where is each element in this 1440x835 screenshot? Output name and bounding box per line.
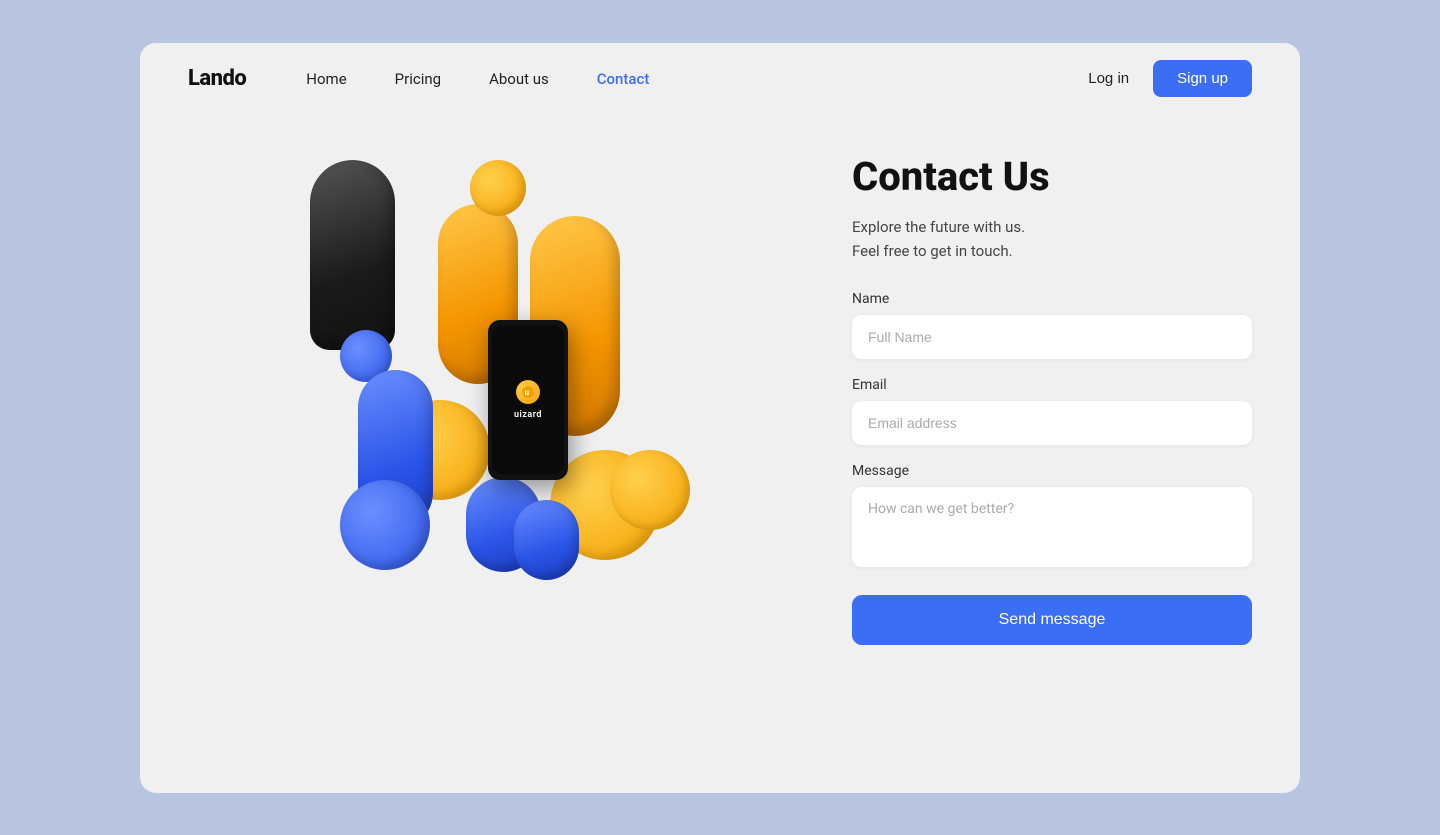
login-button[interactable]: Log in — [1088, 70, 1129, 87]
main-card: Lando Home Pricing About us Contact Log … — [140, 43, 1300, 793]
nav-link-about[interactable]: About us — [489, 70, 549, 88]
phone-logo-icon: u — [516, 380, 540, 404]
contact-form-section: Contact Us Explore the future with us. F… — [852, 135, 1252, 645]
svg-text:u: u — [525, 388, 530, 397]
blue-blob-bottom-small — [514, 500, 579, 580]
contact-subtitle: Explore the future with us. Feel free to… — [852, 215, 1252, 263]
name-field-group: Name — [852, 291, 1252, 359]
phone: u uizard — [488, 320, 568, 480]
navbar: Lando Home Pricing About us Contact Log … — [140, 43, 1300, 115]
black-arch-blob — [310, 160, 395, 350]
message-label: Message — [852, 463, 1252, 479]
email-input[interactable] — [852, 401, 1252, 445]
contact-title: Contact Us — [852, 155, 1252, 199]
message-field-group: Message — [852, 463, 1252, 571]
signup-button[interactable]: Sign up — [1153, 60, 1252, 97]
phone-screen: u uizard — [492, 326, 564, 474]
nav-link-pricing[interactable]: Pricing — [395, 70, 441, 88]
logo: Lando — [188, 66, 246, 91]
orange-blob-top — [470, 160, 526, 216]
phone-brand-text: uizard — [514, 410, 542, 420]
main-content: u uizard Contact Us Explore the future w… — [140, 115, 1300, 705]
email-label: Email — [852, 377, 1252, 393]
illustration: u uizard — [310, 160, 690, 620]
email-field-group: Email — [852, 377, 1252, 445]
name-input[interactable] — [852, 315, 1252, 359]
illustration-wrapper: u uizard — [188, 140, 812, 640]
nav-links: Home Pricing About us Contact — [306, 70, 1088, 88]
send-message-button[interactable]: Send message — [852, 595, 1252, 645]
blue-blob-bottom-left — [340, 480, 430, 570]
name-label: Name — [852, 291, 1252, 307]
nav-link-contact[interactable]: Contact — [597, 70, 650, 88]
message-textarea[interactable] — [852, 487, 1252, 567]
orange-blob-bottom-far-right — [610, 450, 690, 530]
nav-right: Log in Sign up — [1088, 60, 1252, 97]
nav-link-home[interactable]: Home — [306, 70, 346, 88]
